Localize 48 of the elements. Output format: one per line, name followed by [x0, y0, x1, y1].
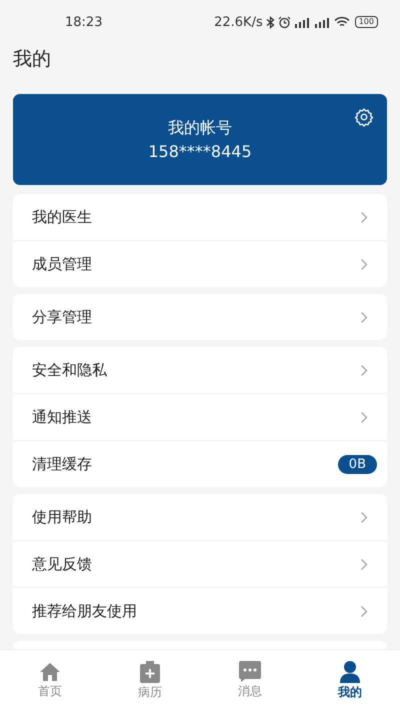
menu-item[interactable]: 成员管理 — [13, 240, 387, 287]
menu-label: 意见反馈 — [32, 554, 92, 574]
phone-number: 158****8445 — [148, 140, 252, 162]
person-icon — [340, 660, 360, 682]
chevron-icon — [360, 364, 368, 376]
clipboard-plus-icon — [140, 660, 160, 682]
signal-icon — [294, 16, 311, 28]
chevron-icon — [360, 558, 368, 570]
menu-label: 推荐给朋友使用 — [32, 602, 137, 620]
bluetooth-icon — [266, 16, 275, 28]
status-time: 18:23 — [65, 14, 102, 30]
menu-item[interactable]: 安全和隐私 — [13, 347, 387, 393]
home-icon — [39, 662, 61, 682]
menu-label: 我的医生 — [32, 208, 92, 226]
tab[interactable]: 消息 — [200, 650, 300, 711]
menu-item[interactable]: 分享管理 — [13, 294, 387, 340]
menu-item[interactable]: 推荐给朋友使用 — [13, 587, 387, 634]
signal-icon — [314, 16, 331, 28]
menu-item[interactable]: 通知推送 — [13, 393, 387, 440]
chevron-icon — [360, 510, 368, 524]
menu-item[interactable]: 意见反馈 — [13, 540, 387, 587]
wifi-icon — [334, 16, 350, 28]
chevron-icon — [360, 410, 368, 424]
menu-item[interactable]: 清理缓存 0B — [13, 440, 387, 487]
alarm-icon — [278, 16, 291, 28]
tab[interactable]: 病历 — [100, 650, 200, 711]
account-card[interactable]: 我的帐号 158****8445 — [13, 94, 387, 185]
tab[interactable]: 我的 — [300, 650, 400, 711]
menu-label: 分享管理 — [32, 308, 92, 326]
chevron-icon — [360, 604, 368, 618]
cache-size: 0B — [338, 454, 377, 474]
chevron-icon — [360, 210, 368, 224]
battery-indicator: 100 — [354, 16, 378, 28]
menu-label: 成员管理 — [32, 254, 92, 274]
menu-item[interactable]: 我的医生 — [13, 194, 387, 240]
menu-label: 安全和隐私 — [32, 360, 107, 380]
menu-item[interactable]: 使用帮助 — [13, 494, 387, 540]
menu-label: 清理缓存 — [32, 454, 92, 474]
menu-label: 使用帮助 — [32, 508, 92, 526]
chat-icon — [239, 661, 261, 682]
tab[interactable]: 首页 — [0, 650, 100, 711]
page-title: 我的 — [12, 47, 52, 72]
network-speed: 22.6K/s — [214, 14, 263, 30]
settings-icon[interactable] — [354, 107, 374, 127]
menu-label: 通知推送 — [32, 408, 92, 426]
account-title: 我的帐号 — [168, 116, 232, 138]
chevron-icon — [360, 258, 368, 270]
chevron-icon — [360, 310, 368, 324]
